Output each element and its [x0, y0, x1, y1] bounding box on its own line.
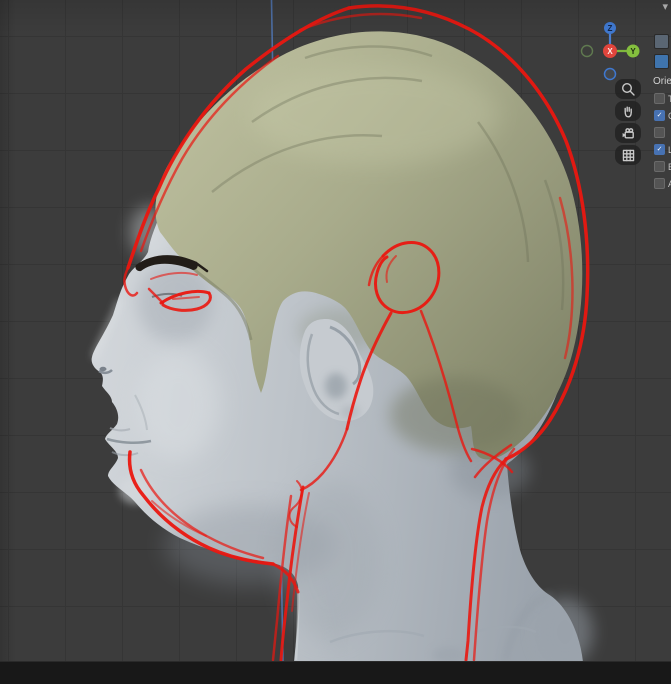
camera-icon	[622, 127, 634, 138]
checkbox[interactable]: ✓	[654, 161, 665, 172]
checkbox[interactable]: ✓	[654, 178, 665, 189]
gizmo-axis-pos-x[interactable]: X	[603, 44, 617, 58]
checkbox[interactable]: ✓	[654, 93, 665, 104]
checkbox[interactable]: ✓	[654, 127, 665, 138]
viewport-navigation-gizmo[interactable]: Z Y X	[577, 16, 643, 86]
svg-text:X: X	[607, 47, 613, 56]
gizmo-axis-neg-z[interactable]	[603, 67, 617, 81]
panel-row: ✓	[652, 127, 671, 138]
panel-title-orientation: Orie	[653, 76, 671, 87]
bottom-editor-bar	[0, 661, 671, 684]
chevron-down-icon: ▾	[662, 1, 668, 13]
hand-icon	[624, 106, 632, 117]
checkbox[interactable]: ✓	[654, 110, 665, 121]
sidebar-sliver: Orie ✓ T ✓ C ✓ ✓ L ✓ E ✓ A	[652, 34, 671, 214]
panel-row: ✓ A	[652, 178, 671, 189]
gizmo-axis-neg-y[interactable]	[580, 44, 594, 58]
panel-row: ✓ L	[652, 144, 671, 155]
pan-button[interactable]	[615, 101, 641, 121]
toggle-grid-button[interactable]	[615, 145, 641, 165]
camera-view-button[interactable]	[615, 123, 641, 143]
grid-icon	[622, 149, 634, 161]
panel-collapse-chevron[interactable]: ▾	[662, 1, 668, 13]
gizmo-axis-pos-y[interactable]: Y	[626, 44, 640, 58]
magnifier-icon	[621, 82, 635, 96]
panel-row: ✓ E	[652, 161, 671, 172]
gizmo-axis-pos-z[interactable]: Z	[604, 22, 616, 34]
checkbox[interactable]: ✓	[654, 144, 665, 155]
zoom-button[interactable]	[615, 79, 641, 99]
svg-text:Y: Y	[630, 47, 636, 56]
panel-row: ✓ T	[652, 93, 671, 104]
panel-row: ✓ C	[652, 110, 671, 121]
svg-text:Z: Z	[608, 24, 613, 33]
scene-render	[91, 0, 593, 662]
color-swatch-1[interactable]	[654, 34, 669, 49]
color-swatch-2[interactable]	[654, 54, 669, 69]
viewport-nav-buttons	[615, 79, 641, 167]
blender-3d-viewport[interactable]: Z Y X ▾ Orie T ✓ ✓ L	[0, 0, 671, 684]
